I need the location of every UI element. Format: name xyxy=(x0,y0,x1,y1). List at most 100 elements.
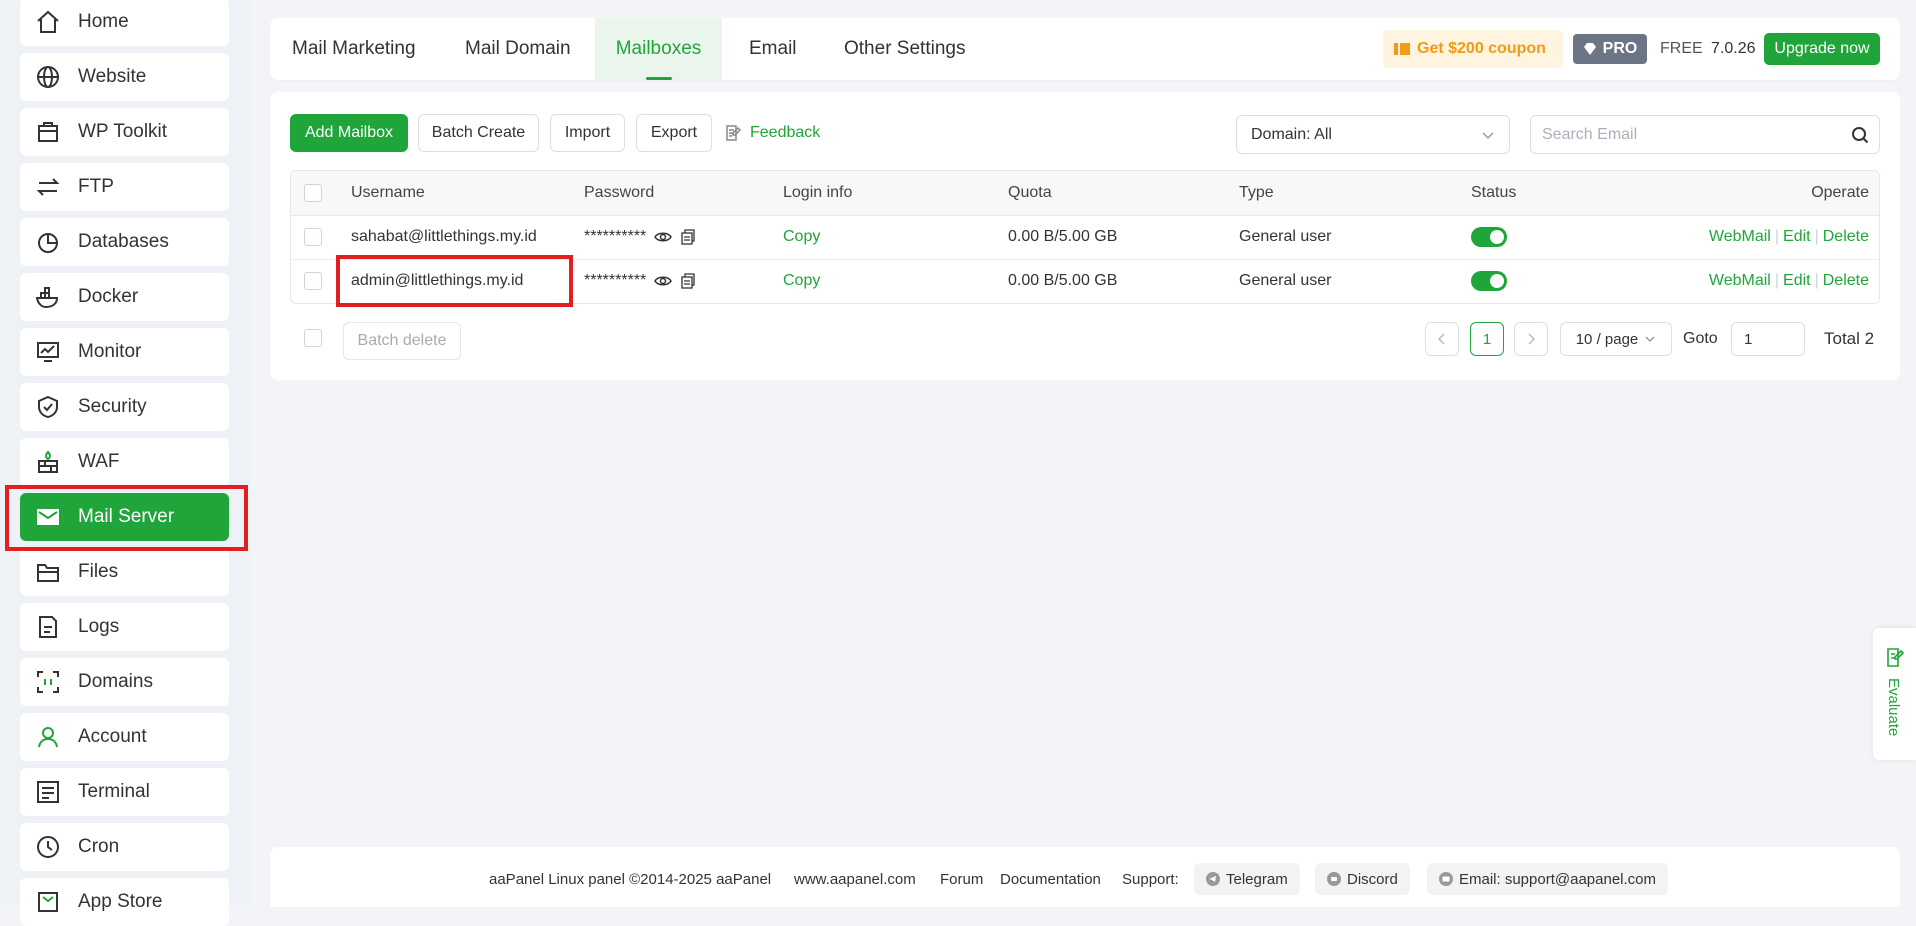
webmail-link[interactable]: WebMail xyxy=(1709,272,1771,290)
prev-page-button[interactable] xyxy=(1425,322,1459,356)
telegram-link[interactable]: Telegram xyxy=(1194,863,1300,895)
sidebar-item-security[interactable]: Security xyxy=(20,383,229,431)
delete-link[interactable]: Delete xyxy=(1823,228,1869,246)
sidebar-item-app-store[interactable]: App Store xyxy=(20,878,229,926)
copy-icon[interactable] xyxy=(680,273,696,289)
sidebar-item-mail-server[interactable]: Mail Server xyxy=(20,493,229,541)
home-icon xyxy=(34,8,62,36)
documentation-link[interactable]: Documentation xyxy=(1000,847,1101,911)
mailbox-type: General user xyxy=(1239,228,1332,245)
sidebar-item-label: WP Toolkit xyxy=(78,121,168,142)
sidebar-item-label: Cron xyxy=(78,836,120,857)
terminal-icon xyxy=(34,778,62,806)
evaluate-tab[interactable]: Evaluate xyxy=(1873,628,1916,760)
sidebar-item-account[interactable]: Account xyxy=(20,713,229,761)
copy-login-link[interactable]: Copy xyxy=(783,259,820,303)
batch-select-checkbox[interactable] xyxy=(304,329,322,347)
domains-icon xyxy=(34,668,62,696)
support-email-link[interactable]: Email: support@aapanel.com xyxy=(1427,863,1668,895)
website-link[interactable]: www.aapanel.com xyxy=(794,847,916,911)
docker-icon xyxy=(34,283,62,311)
tab-mail-marketing[interactable]: Mail Marketing xyxy=(292,18,416,80)
mailbox-username: admin@littlethings.my.id xyxy=(351,272,524,289)
goto-input[interactable]: 1 xyxy=(1731,322,1805,356)
select-all-checkbox[interactable] xyxy=(304,184,322,202)
column-quota: Quota xyxy=(1008,184,1052,201)
eye-icon[interactable] xyxy=(654,274,673,288)
sidebar-item-home[interactable]: Home xyxy=(20,0,229,46)
coupon-badge[interactable]: Get $200 coupon xyxy=(1383,30,1563,68)
sidebar-item-label: Mail Server xyxy=(78,506,175,527)
domain-select[interactable]: Domain: All xyxy=(1236,115,1510,154)
tab-other-settings[interactable]: Other Settings xyxy=(844,18,965,80)
evaluate-label: Evaluate xyxy=(1885,678,1902,737)
discord-link[interactable]: Discord xyxy=(1315,863,1410,895)
status-toggle[interactable] xyxy=(1471,227,1507,247)
support-label: Support: xyxy=(1122,870,1179,888)
user-icon xyxy=(34,723,62,751)
telegram-icon xyxy=(1206,872,1220,886)
sidebar-item-label: Logs xyxy=(78,616,120,637)
tab-bar: Mail Marketing Mail Domain Mailboxes Ema… xyxy=(270,18,1900,80)
sidebar-item-terminal[interactable]: Terminal xyxy=(20,768,229,816)
batch-delete-button[interactable]: Batch delete xyxy=(343,322,461,360)
search-input[interactable] xyxy=(1540,124,1851,145)
sidebar-item-website[interactable]: Website xyxy=(20,53,229,101)
shield-icon xyxy=(34,393,62,421)
sidebar-item-docker[interactable]: Docker xyxy=(20,273,229,321)
next-page-button[interactable] xyxy=(1514,322,1548,356)
delete-link[interactable]: Delete xyxy=(1823,272,1869,290)
tab-mail-domain[interactable]: Mail Domain xyxy=(465,18,571,80)
sidebar-item-label: FTP xyxy=(78,176,114,197)
copy-login-link[interactable]: Copy xyxy=(783,215,820,259)
page-size-select[interactable]: 10 / page xyxy=(1560,322,1672,356)
search-icon[interactable] xyxy=(1851,126,1869,144)
tab-mailboxes[interactable]: Mailboxes xyxy=(595,18,722,80)
sidebar-item-wp-toolkit[interactable]: WP Toolkit xyxy=(20,108,229,156)
globe-icon xyxy=(34,63,62,91)
sidebar-item-monitor[interactable]: Monitor xyxy=(20,328,229,376)
edit-link[interactable]: Edit xyxy=(1783,272,1811,290)
edit-note-icon xyxy=(724,124,742,142)
search-email-box[interactable] xyxy=(1530,115,1880,154)
evaluate-icon xyxy=(1885,646,1905,668)
eye-icon[interactable] xyxy=(654,230,673,244)
sidebar-item-files[interactable]: Files xyxy=(20,548,229,596)
footer: aaPanel Linux panel ©2014-2025 aaPanel w… xyxy=(270,847,1900,907)
sidebar-item-domains[interactable]: Domains xyxy=(20,658,229,706)
sidebar-item-cron[interactable]: Cron xyxy=(20,823,229,871)
gift-icon xyxy=(1393,41,1411,57)
column-operate: Operate xyxy=(1811,184,1869,201)
row-checkbox[interactable] xyxy=(304,272,322,290)
sidebar-item-logs[interactable]: Logs xyxy=(20,603,229,651)
add-mailbox-button[interactable]: Add Mailbox xyxy=(290,114,408,152)
status-toggle[interactable] xyxy=(1471,271,1507,291)
sidebar: Home Website WP Toolkit FTP Databases Do… xyxy=(0,0,250,926)
active-tab-indicator xyxy=(645,77,672,80)
row-checkbox[interactable] xyxy=(304,228,322,246)
export-button[interactable]: Export xyxy=(636,114,712,152)
copy-icon[interactable] xyxy=(680,229,696,245)
sidebar-item-label: Docker xyxy=(78,286,139,307)
sidebar-item-ftp[interactable]: FTP xyxy=(20,163,229,211)
column-username: Username xyxy=(351,184,425,201)
tab-email[interactable]: Email xyxy=(749,18,797,80)
forum-link[interactable]: Forum xyxy=(940,847,983,911)
edit-link[interactable]: Edit xyxy=(1783,228,1811,246)
sidebar-item-label: Security xyxy=(78,396,147,417)
mailbox-quota: 0.00 B/5.00 GB xyxy=(1008,228,1118,245)
batch-create-button[interactable]: Batch Create xyxy=(418,114,539,152)
upgrade-button[interactable]: Upgrade now xyxy=(1764,33,1880,65)
version-label: 7.0.26 xyxy=(1711,40,1756,57)
clock-icon xyxy=(34,833,62,861)
table-row: sahabat@littlethings.my.id ********** Co… xyxy=(291,215,1879,260)
copyright-text: aaPanel Linux panel ©2014-2025 aaPanel xyxy=(489,870,772,888)
webmail-link[interactable]: WebMail xyxy=(1709,228,1771,246)
import-button[interactable]: Import xyxy=(550,114,625,152)
feedback-link[interactable]: Feedback xyxy=(724,114,820,152)
sidebar-item-label: Monitor xyxy=(78,341,142,362)
sidebar-item-databases[interactable]: Databases xyxy=(20,218,229,266)
page-number-button[interactable]: 1 xyxy=(1470,322,1504,356)
sidebar-item-waf[interactable]: WAF xyxy=(20,438,229,486)
pro-badge[interactable]: PRO xyxy=(1573,34,1647,64)
